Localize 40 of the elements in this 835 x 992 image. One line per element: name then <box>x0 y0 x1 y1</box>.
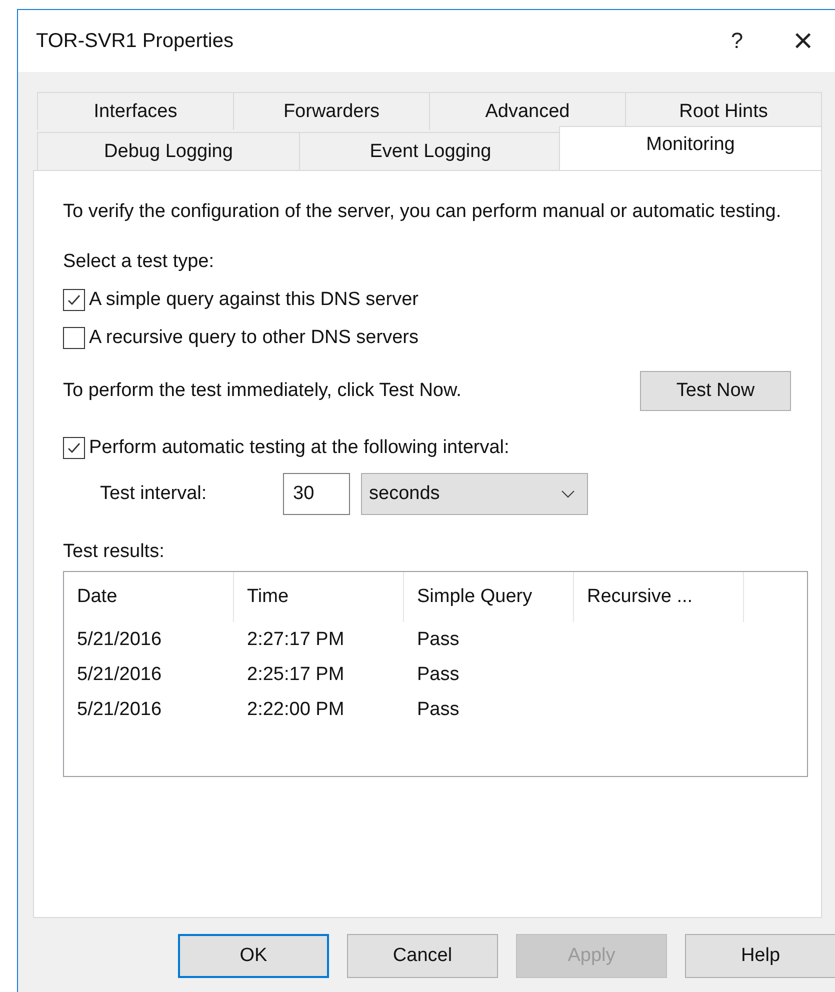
table-cell-text: Pass <box>416 698 460 720</box>
tab[interactable]: Debug Logging <box>37 132 300 170</box>
results-label: Test results: <box>63 541 166 563</box>
table-cell-text: 5/21/2016 <box>76 628 163 650</box>
dialog-button[interactable]: OK <box>178 934 329 978</box>
interval-label: Test interval: <box>100 483 208 505</box>
column-header[interactable]: Time <box>234 572 404 622</box>
chevron-down-icon <box>561 490 575 498</box>
table-cell-text: 5/21/2016 <box>76 664 163 686</box>
column-header[interactable]: Date <box>64 572 234 622</box>
table-cell-text: Pass <box>416 628 460 650</box>
interval-field[interactable]: 30 <box>283 473 350 515</box>
checkbox-icon[interactable] <box>63 437 85 459</box>
table-cell-text: 2:27:17 PM <box>246 628 346 650</box>
dialog-button[interactable]: Cancel <box>347 934 498 978</box>
checkbox-label: A recursive query to other DNS servers <box>89 327 418 349</box>
instruction-text: To perform the test immediately, click Test Now. <box>63 380 462 402</box>
table-cell-text: Pass <box>416 664 460 686</box>
column-header[interactable]: Simple Query <box>404 572 574 622</box>
close-button[interactable]: × <box>781 22 825 60</box>
checkbox-label: A simple query against this DNS server <box>89 289 418 311</box>
table-cell-text: 2:25:17 PM <box>246 664 346 686</box>
unit-dropdown[interactable]: seconds <box>361 473 588 515</box>
test-now-button[interactable]: Test Now <box>640 371 791 411</box>
column-header[interactable]: Recursive ... <box>574 572 744 622</box>
window-title: TOR-SVR1 Properties <box>36 30 234 52</box>
dialog-button[interactable]: Help <box>685 934 835 978</box>
checkbox[interactable]: A recursive query to other DNS servers <box>63 327 791 349</box>
checkbox-icon[interactable] <box>63 289 85 311</box>
description-text: To verify the configuration of the server, you can perform manual or automatic testing. <box>63 200 782 224</box>
tab[interactable]: Monitoring <box>559 126 822 170</box>
table-cell-text: 5/21/2016 <box>76 698 163 720</box>
checkbox[interactable]: Perform automatic testing at the following interval: <box>63 437 791 459</box>
help-button[interactable]: ? <box>718 28 756 54</box>
table-cell-text: 2:22:00 PM <box>246 698 346 720</box>
checkbox[interactable]: A simple query against this DNS server <box>63 289 791 311</box>
checkbox-label: Perform automatic testing at the following interval: <box>89 437 510 459</box>
test-type-label: Select a test type: <box>63 251 216 273</box>
tab[interactable]: Interfaces <box>37 92 234 130</box>
checkbox-icon[interactable] <box>63 327 85 349</box>
